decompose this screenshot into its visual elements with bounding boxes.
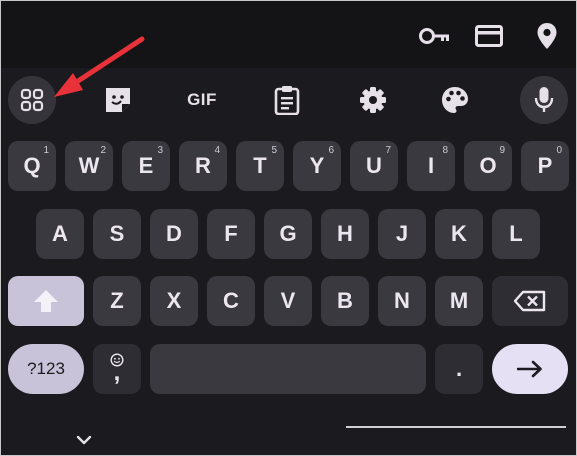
location-pin-icon[interactable] — [530, 22, 564, 50]
key-hint: 9 — [499, 145, 505, 156]
key-hint: 0 — [556, 145, 562, 156]
key-k[interactable]: K — [435, 209, 483, 259]
key-n[interactable]: N — [378, 276, 426, 326]
shift-arrow-icon — [34, 290, 58, 312]
backspace-key[interactable] — [492, 276, 568, 326]
key-z[interactable]: Z — [93, 276, 141, 326]
key-hint: 2 — [100, 145, 106, 156]
sticker-icon[interactable] — [94, 76, 142, 124]
key-r[interactable]: R4 — [179, 141, 227, 191]
key-u[interactable]: U7 — [350, 141, 398, 191]
key-v[interactable]: V — [264, 276, 312, 326]
key-label: C — [223, 288, 239, 313]
key-label: S — [109, 221, 125, 246]
key-hint: 6 — [328, 145, 334, 156]
key-hint: 8 — [442, 145, 448, 156]
key-label: T — [253, 153, 267, 178]
key-i[interactable]: I8 — [407, 141, 455, 191]
settings-gear-icon[interactable] — [349, 76, 397, 124]
clipboard-icon[interactable] — [263, 76, 311, 124]
key-f[interactable]: F — [207, 209, 255, 259]
shift-key[interactable] — [8, 276, 84, 326]
key-label: A — [52, 221, 68, 246]
autofill-bar — [0, 0, 577, 68]
key-label: V — [280, 288, 296, 313]
key-o[interactable]: O9 — [464, 141, 512, 191]
key-t[interactable]: T5 — [236, 141, 284, 191]
key-p[interactable]: P0 — [521, 141, 569, 191]
key-label: G — [279, 221, 297, 246]
key-label: M — [449, 288, 469, 313]
key-l[interactable]: L — [492, 209, 540, 259]
key-m[interactable]: M — [435, 276, 483, 326]
key-label: E — [138, 153, 154, 178]
key-label: I — [427, 153, 435, 178]
credit-card-icon[interactable] — [472, 22, 506, 50]
space-bar[interactable] — [150, 344, 426, 394]
key-x[interactable]: X — [150, 276, 198, 326]
key-g[interactable]: G — [264, 209, 312, 259]
key-label: H — [337, 221, 353, 246]
enter-key[interactable] — [492, 344, 568, 394]
microphone-icon[interactable] — [520, 76, 568, 124]
keyboard-toolbar: GIF — [0, 68, 577, 132]
keyboard-screen: G I F Q 1 W 2 E 3 R 4 T 5 Y 6 U 7 I 8 O 9 … — [0, 0, 577, 456]
key-label: N — [394, 288, 410, 313]
key-hint: 4 — [214, 145, 220, 156]
gif-label: GIF — [187, 90, 217, 109]
key-label: D — [166, 221, 182, 246]
symbols-label: ?123 — [27, 359, 65, 378]
key-label: Y — [309, 153, 325, 178]
arrow-right-icon — [517, 360, 542, 378]
emoji-comma-key[interactable]: , — [93, 344, 141, 394]
key-j[interactable]: J — [378, 209, 426, 259]
key-label: K — [451, 221, 467, 246]
key-label: J — [395, 221, 409, 246]
key-label: Z — [110, 288, 124, 313]
backspace-icon — [513, 290, 546, 312]
key-e[interactable]: E3 — [122, 141, 170, 191]
period-key[interactable]: . — [435, 344, 483, 394]
key-hint: 1 — [43, 145, 49, 156]
key-label: F — [224, 221, 238, 246]
key-label: X — [166, 288, 182, 313]
key-icon[interactable] — [418, 22, 452, 50]
grid-menu-icon[interactable] — [8, 76, 56, 124]
symbols-key[interactable]: ?123 — [8, 344, 84, 394]
key-label: B — [337, 288, 353, 313]
collapse-keyboard-chevron-icon[interactable] — [70, 430, 98, 450]
comma-label: , — [113, 359, 121, 386]
gif-button[interactable]: GIF — [178, 76, 226, 124]
gesture-nav-handle[interactable] — [346, 426, 566, 428]
palette-theme-icon[interactable] — [431, 76, 479, 124]
key-label: U — [366, 153, 382, 178]
key-h[interactable]: H — [321, 209, 369, 259]
key-hint: 5 — [271, 145, 277, 156]
key-label: W — [78, 153, 100, 178]
key-hint: 7 — [385, 145, 391, 156]
key-label: R — [195, 153, 211, 178]
key-label: Q — [23, 153, 41, 178]
key-c[interactable]: C — [207, 276, 255, 326]
key-d[interactable]: D — [150, 209, 198, 259]
key-a[interactable]: A — [36, 209, 84, 259]
key-q[interactable]: Q1 — [8, 141, 56, 191]
key-label: L — [509, 221, 523, 246]
key-b[interactable]: B — [321, 276, 369, 326]
key-label: O — [479, 153, 497, 178]
key-hint: 3 — [157, 145, 163, 156]
key-y[interactable]: Y6 — [293, 141, 341, 191]
key-label: P — [537, 153, 553, 178]
key-w[interactable]: W2 — [65, 141, 113, 191]
key-s[interactable]: S — [93, 209, 141, 259]
period-label: . — [455, 356, 463, 381]
